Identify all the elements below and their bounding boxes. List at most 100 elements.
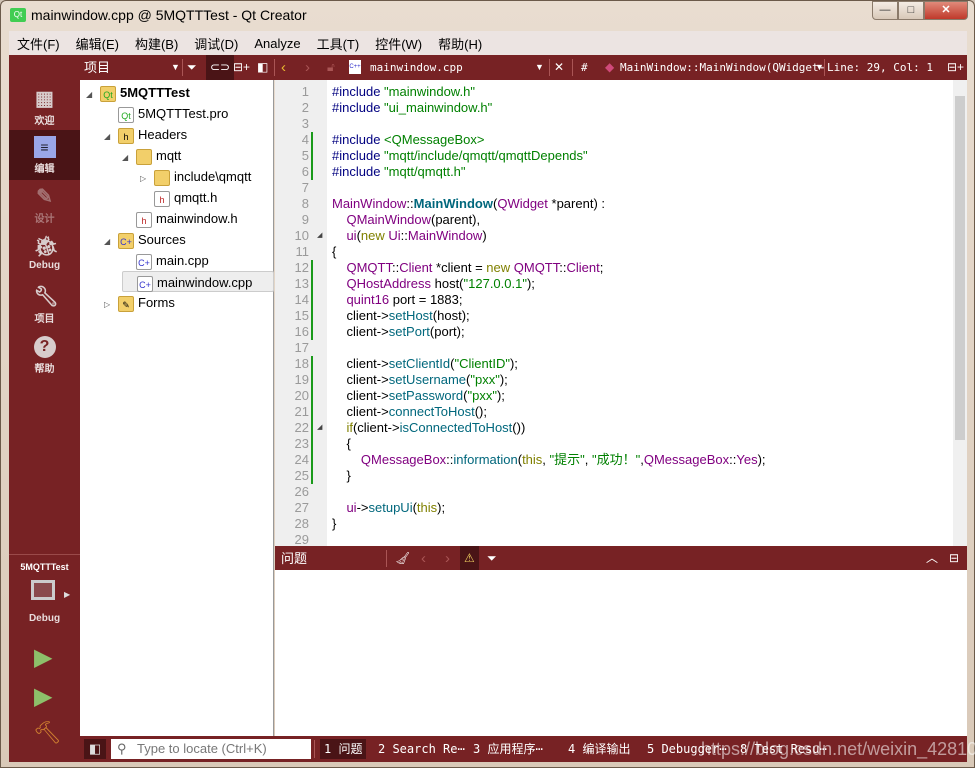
monitor-icon[interactable]: [31, 580, 55, 600]
tree-item[interactable]: h qmqtt.h: [140, 187, 217, 208]
dropdown-arrow-icon[interactable]: ▼: [171, 55, 180, 80]
code-line: 8 MainWindow::MainWindow(QWidget *parent)…: [275, 196, 955, 212]
vertical-scrollbar[interactable]: [953, 80, 967, 546]
warning-filter-icon[interactable]: ⚠: [460, 546, 479, 571]
back-icon[interactable]: ‹: [281, 55, 286, 80]
menu-help[interactable]: 帮助(H): [438, 34, 482, 53]
forward-icon[interactable]: ›: [305, 55, 310, 80]
code-line: 4 #include <QMessageBox>: [275, 132, 955, 148]
close-sidebar-icon[interactable]: ◧: [257, 55, 268, 80]
prev-issue-icon[interactable]: ‹: [421, 546, 426, 571]
project-view-selector[interactable]: 项目: [84, 55, 110, 80]
mode-help[interactable]: ? 帮助: [9, 330, 80, 380]
expand-arrow-icon[interactable]: ▷: [104, 294, 118, 315]
code-editor[interactable]: 1 #include "mainwindow.h" 2 #include "ui_ma…: [275, 80, 967, 546]
output-tab-issues[interactable]: 1 问题: [320, 739, 367, 759]
filter-icon[interactable]: ⏷: [187, 55, 197, 80]
maximize-button[interactable]: □: [898, 1, 924, 20]
code-token: quint16: [346, 292, 390, 307]
symbol-dropdown-icon[interactable]: ▼: [815, 55, 824, 80]
output-tab-search[interactable]: 2 Search Re⋯: [378, 739, 465, 759]
tree-item[interactable]: ▷ include\qmqtt: [140, 166, 251, 187]
expand-arrow-icon[interactable]: ▷: [140, 168, 154, 189]
symbol-selector[interactable]: MainWindow::MainWindow(QWidget⋯: [620, 55, 825, 80]
output-tab-app-output[interactable]: 3 应用程序⋯: [473, 739, 543, 759]
tree-item[interactable]: C+ main.cpp: [122, 250, 209, 271]
tree-item-label: mainwindow.h: [156, 211, 238, 226]
code-token: port = 1883;: [389, 292, 463, 307]
tree-item[interactable]: ◢ mqtt: [122, 145, 181, 166]
menu-edit[interactable]: 编辑(E): [76, 34, 119, 53]
code-token: {: [332, 244, 337, 259]
tree-item[interactable]: ◢ h Headers: [104, 124, 187, 145]
tree-item[interactable]: Qt 5MQTTTest.pro: [104, 103, 228, 124]
next-issue-icon[interactable]: ›: [445, 546, 450, 571]
maximize-pane-icon[interactable]: ︿: [926, 546, 938, 571]
mode-edit[interactable]: ≡ 编辑: [9, 130, 80, 180]
run-icon[interactable]: ▶: [34, 643, 52, 672]
filter-icon[interactable]: ⏷: [487, 546, 497, 571]
line-number: 26: [294, 484, 309, 499]
mode-label: 项目: [34, 314, 55, 325]
code-token: "ui_mainwindow.h": [384, 100, 493, 115]
close-pane-icon[interactable]: ⊟: [949, 546, 959, 571]
menu-build[interactable]: 构建(B): [135, 34, 178, 53]
expand-arrow-icon[interactable]: ◢: [104, 231, 118, 252]
locate-input[interactable]: ⚲ Type to locate (Ctrl+K): [111, 739, 311, 759]
menu-file[interactable]: 文件(F): [17, 34, 60, 53]
mode-welcome[interactable]: ▦ 欢迎: [9, 82, 80, 132]
code-token: client->: [332, 308, 389, 323]
scrollbar-thumb[interactable]: [955, 96, 965, 440]
bug-icon: 🐞︎: [33, 236, 59, 258]
code-token: ,: [584, 452, 592, 467]
fold-marker-icon[interactable]: ◢: [317, 228, 322, 244]
code-token: "提示": [549, 452, 585, 467]
split-icon[interactable]: ⊟+: [233, 55, 250, 80]
tree-item[interactable]: ◢ C+ Sources: [104, 229, 186, 250]
hash-button[interactable]: #: [581, 55, 588, 80]
tree-item[interactable]: ▷ ✎ Forms: [104, 292, 175, 313]
code-line: 19 client->setUsername("pxx");: [275, 372, 955, 388]
expand-arrow-icon[interactable]: ◢: [104, 126, 118, 147]
expand-arrow-icon[interactable]: ◢: [122, 147, 136, 168]
cpp-file-icon: C++: [349, 60, 361, 74]
tree-item-label: mainwindow.cpp: [157, 275, 253, 290]
code-line: 5 #include "mqtt/include/qmqtt/qmqttDepen…: [275, 148, 955, 164]
code-token: #include: [332, 100, 385, 115]
tree-item-label: include\qmqtt: [174, 169, 252, 184]
output-tab-compile[interactable]: 4 编译输出: [568, 739, 630, 759]
code-token: ::: [406, 196, 414, 211]
menu-tools[interactable]: 工具(T): [317, 34, 360, 53]
mode-debug[interactable]: 🐞︎ Debug: [9, 230, 80, 280]
code-token: client->: [332, 404, 389, 419]
debug-run-icon[interactable]: ▶: [34, 682, 52, 711]
kit-arrow-icon[interactable]: ▶: [64, 590, 70, 599]
build-hammer-icon[interactable]: 🔨︎: [33, 720, 61, 746]
issues-pane-header: 问题 🧹︎ ‹ › ⚠ ⏷ ︿ ⊟: [275, 546, 967, 571]
menu-widgets[interactable]: 控件(W): [375, 34, 422, 53]
code-token: information: [453, 452, 518, 467]
menu-debug[interactable]: 调试(D): [194, 34, 238, 53]
file-dropdown-icon[interactable]: ▼: [535, 55, 544, 80]
mode-design[interactable]: ✎ 设计: [9, 180, 80, 230]
locate-placeholder: Type to locate (Ctrl+K): [137, 741, 267, 756]
code-token: "成功！": [592, 452, 641, 467]
link-icon[interactable]: ⊂⊃: [206, 55, 235, 80]
clear-icon[interactable]: 🧹︎: [395, 546, 410, 571]
menu-analyze[interactable]: Analyze: [254, 36, 300, 51]
cursor-position[interactable]: Line: 29, Col: 1: [827, 55, 933, 80]
toggle-sidebar-icon[interactable]: ◧: [84, 739, 106, 759]
tree-item[interactable]: h mainwindow.h: [122, 208, 238, 229]
fold-marker-icon[interactable]: ◢: [317, 420, 322, 436]
code-token: ::: [400, 228, 408, 243]
minimize-button[interactable]: —: [872, 1, 898, 20]
tree-item[interactable]: C+ mainwindow.cpp: [122, 271, 274, 292]
expand-arrow-icon[interactable]: ◢: [86, 84, 100, 105]
close-file-icon[interactable]: ✕: [554, 55, 564, 80]
open-file-name[interactable]: mainwindow.cpp: [370, 55, 463, 80]
split-editor-icon[interactable]: ⊟+: [947, 55, 964, 80]
close-button[interactable]: ✕: [924, 1, 968, 20]
toolbar: 项目 ▼ ⏷ ⊂⊃ ⊟+ ◧ ‹ › 🔓︎ C++ mainwindow.cpp…: [9, 55, 967, 80]
mode-projects[interactable]: 🔧︎ 项目: [9, 280, 80, 330]
tree-item[interactable]: ◢ Qt 5MQTTTest: [86, 82, 190, 103]
